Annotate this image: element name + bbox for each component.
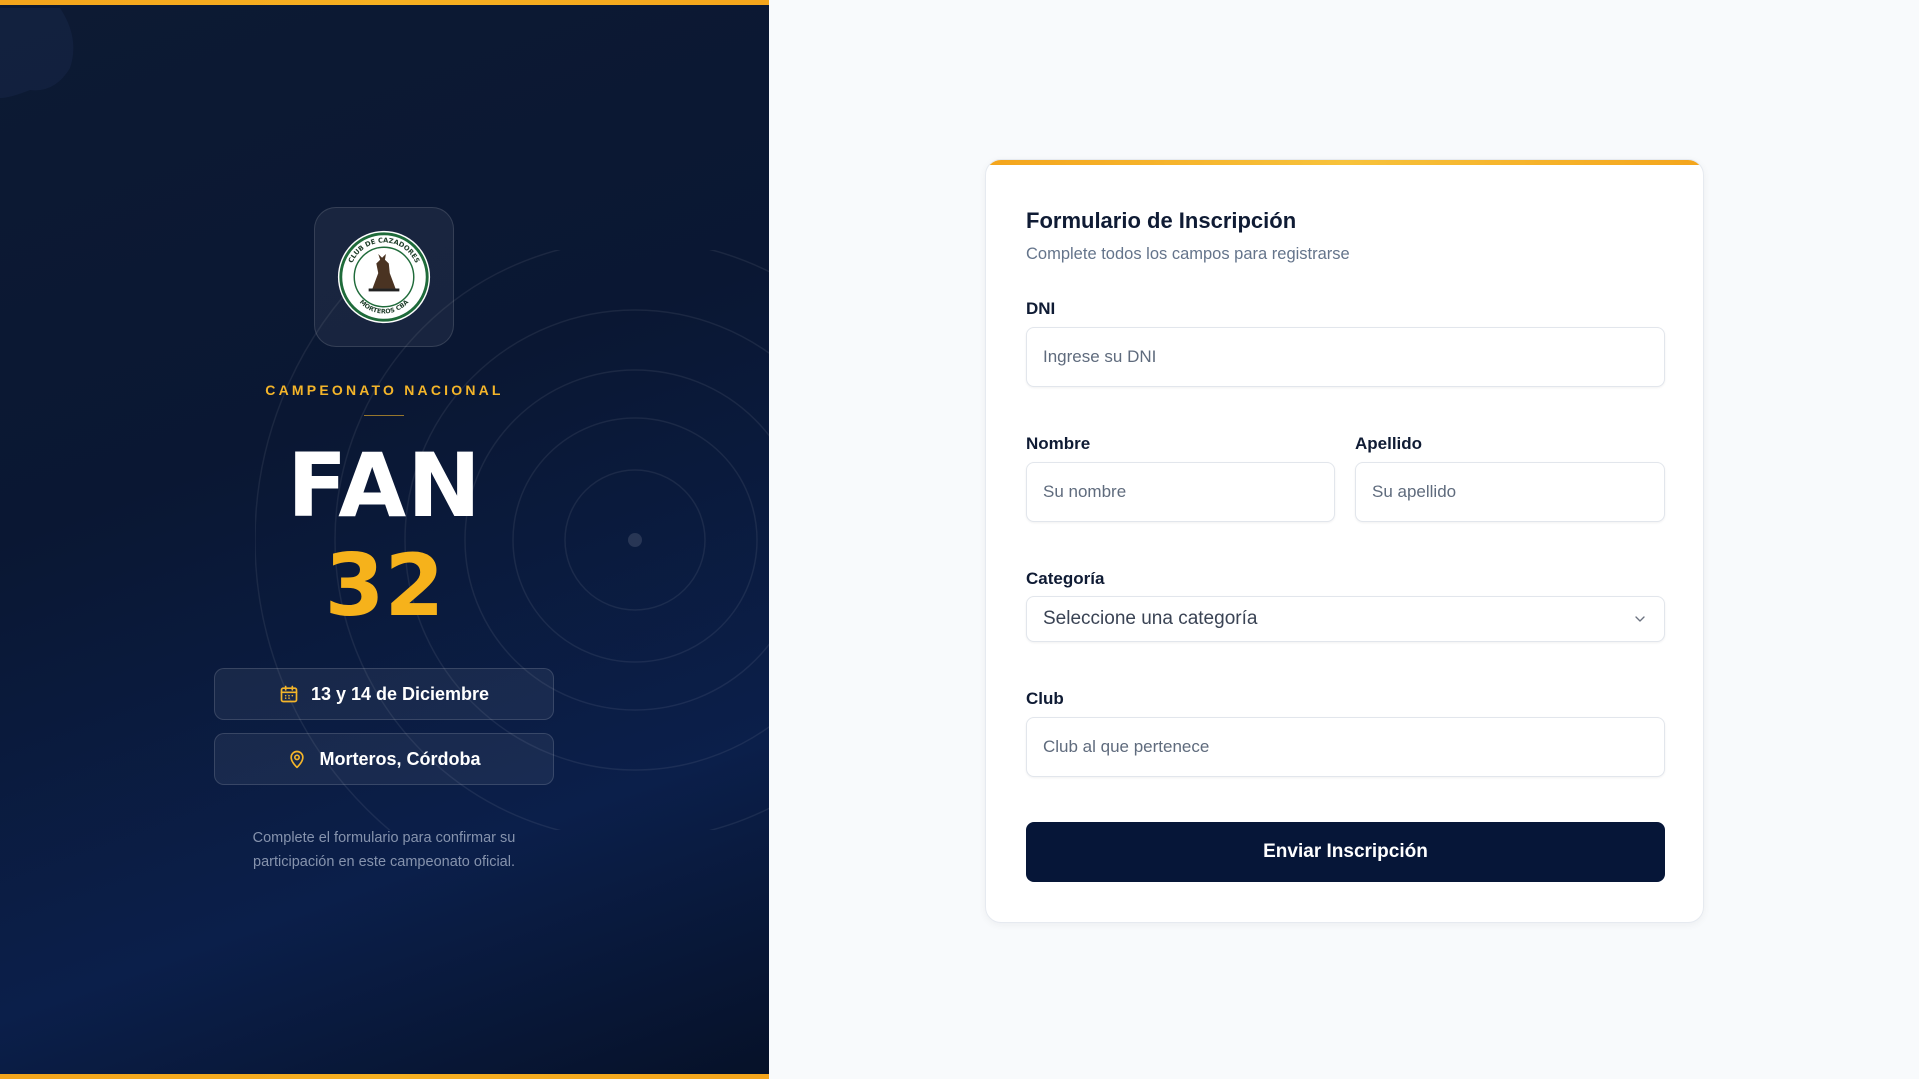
registration-form-card: Formulario de Inscripción Complete todos… — [985, 159, 1704, 923]
corner-decoration — [0, 8, 74, 98]
chevron-down-icon — [1635, 616, 1645, 622]
map-pin-icon — [290, 750, 305, 769]
event-note: Complete el formulario para confirmar su… — [252, 830, 516, 870]
dni-input[interactable] — [1026, 327, 1665, 387]
card-accent-stripe — [986, 160, 1703, 165]
nombre-label: Nombre — [1026, 434, 1091, 453]
event-location: Morteros, Córdoba — [319, 748, 481, 769]
club-logo: CLUB DE CAZADORES MORTEROS CBA — [314, 207, 454, 347]
kicker-divider — [364, 415, 404, 416]
event-date: 13 y 14 de Diciembre — [310, 683, 490, 704]
form-subtitle: Complete todos los campos para registrar… — [1026, 245, 1350, 263]
club-label: Club — [1026, 689, 1064, 708]
event-date-badge: 13 y 14 de Diciembre — [214, 668, 554, 720]
event-location-badge: Morteros, Córdoba — [214, 733, 554, 785]
dni-label: DNI — [1026, 299, 1056, 318]
categoria-label: Categoría — [1026, 569, 1105, 588]
club-input[interactable] — [1026, 717, 1665, 777]
event-title: FAN — [287, 434, 482, 537]
categoria-selected-value: Seleccione una categoría — [1043, 608, 1258, 629]
bottom-accent-stripe — [0, 1074, 769, 1079]
event-kicker: CAMPEONATO NACIONAL — [265, 382, 504, 398]
apellido-label: Apellido — [1355, 434, 1423, 453]
top-accent-stripe — [0, 0, 769, 5]
club-seal-icon: CLUB DE CAZADORES MORTEROS CBA — [337, 230, 431, 324]
categoria-select[interactable]: Seleccione una categoría — [1026, 596, 1665, 642]
event-number: 32 — [324, 536, 445, 636]
calendar-icon — [280, 685, 298, 703]
nombre-input[interactable] — [1026, 462, 1335, 522]
apellido-input[interactable] — [1355, 462, 1665, 522]
event-info-panel: CLUB DE CAZADORES MORTEROS CBA CAMPEONAT… — [0, 0, 769, 1079]
submit-registration-button[interactable]: Enviar Inscripción — [1026, 822, 1665, 882]
form-title: Formulario de Inscripción — [1026, 208, 1297, 233]
